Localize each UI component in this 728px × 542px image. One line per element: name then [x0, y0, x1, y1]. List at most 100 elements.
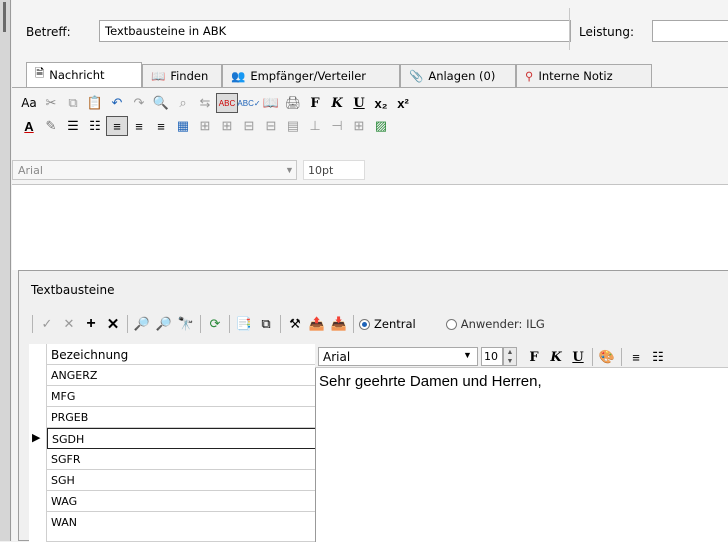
table-insert-row-below-icon[interactable]: ⊞ — [216, 116, 238, 136]
document-icon: 🗎 — [35, 65, 45, 80]
font-format-icon[interactable]: Aa — [18, 93, 40, 113]
subscript-icon[interactable]: x₂ — [370, 93, 392, 113]
add-icon[interactable]: + — [80, 314, 102, 334]
import-icon[interactable]: 📥 — [328, 314, 350, 334]
left-splitter[interactable] — [0, 0, 11, 541]
find-next-icon[interactable]: ⌕ — [172, 93, 194, 113]
paperclip-icon: 📎 — [409, 69, 424, 83]
spellcheck-icon[interactable]: ABC — [216, 93, 238, 113]
numbered-list-icon[interactable]: ☰ — [62, 116, 84, 136]
current-row-indicator-icon: ▶ — [32, 432, 41, 444]
tab-nachricht[interactable]: 🗎 Nachricht — [26, 62, 142, 87]
textblock-bold-icon[interactable]: F — [523, 347, 545, 367]
toolbar-row-1: Aa ✂ ⧉ 📋 ↶ ↷ 🔍 ⌕ ⇆ ABC ABC✓ 📖 🖨 F K U x₂… — [18, 93, 414, 113]
copy-block-icon[interactable]: ⧉ — [255, 314, 277, 334]
cut-icon[interactable]: ✂ — [40, 93, 62, 113]
list-item[interactable]: WAN — [47, 512, 317, 542]
size-spinner-icon[interactable]: ▲ ▼ — [503, 347, 517, 366]
list-item-selected[interactable]: SGDH — [47, 428, 317, 449]
refresh-icon[interactable]: ⟳ — [204, 314, 226, 334]
textblock-underline-icon[interactable]: U — [567, 347, 589, 367]
table-delete-col-icon[interactable]: ⊣ — [326, 116, 348, 136]
textblock-size-input[interactable]: 10 — [481, 347, 503, 366]
subject-label: Betreff: — [26, 25, 71, 39]
font-size-input[interactable]: 10pt — [303, 160, 365, 180]
textblock-content[interactable]: Sehr geehrte Damen und Herren, — [319, 373, 542, 390]
list-item[interactable]: SGFR — [47, 449, 317, 470]
redo-icon[interactable]: ↷ — [128, 93, 150, 113]
dictionary-icon[interactable]: 📖 — [260, 93, 282, 113]
textblock-toolbar: F K U 🎨 ≡ ☷ — [523, 347, 669, 367]
search-numbered-icon[interactable]: 🔭 — [175, 314, 197, 334]
highlight-icon[interactable]: ✎ — [40, 116, 62, 136]
radio-central-dot[interactable] — [359, 318, 370, 330]
toolbar-separator — [280, 315, 281, 333]
spellcheck-options-icon[interactable]: ABC✓ — [237, 93, 260, 113]
tab-anlagen-label: Anlagen (0) — [428, 69, 496, 83]
font-dropdown-arrow-icon[interactable]: ▼ — [285, 165, 294, 175]
tab-interne-notiz-label: Interne Notiz — [538, 69, 613, 83]
table-grid-icon[interactable]: ⊞ — [348, 116, 370, 136]
book-icon: 📖 — [151, 69, 166, 83]
textblock-color-icon[interactable]: 🎨 — [596, 347, 618, 367]
align-right-icon[interactable]: ≡ — [150, 116, 172, 136]
cancel-icon[interactable]: ✕ — [58, 314, 80, 334]
font-family-select[interactable]: Arial — [12, 160, 297, 180]
underline-icon[interactable]: U — [348, 93, 370, 113]
textblock-font-select[interactable]: Arial — [318, 347, 478, 366]
insert-table-icon[interactable]: ▦ — [172, 116, 194, 136]
table-delete-row-icon[interactable]: ⊥ — [304, 116, 326, 136]
leistung-input[interactable] — [652, 20, 728, 42]
copy-icon[interactable]: ⧉ — [62, 93, 84, 113]
table-properties-icon[interactable]: ▤ — [282, 116, 304, 136]
undo-icon[interactable]: ↶ — [106, 93, 128, 113]
italic-icon[interactable]: K — [326, 93, 348, 113]
search-text-icon[interactable]: 🔎 — [131, 314, 153, 334]
textblock-italic-icon[interactable]: K — [545, 347, 567, 367]
panel-toolbar: ✓ ✕ + ✕ 🔎 🔎 🔭 ⟳ 📑 ⧉ ⚒ 📤 📥 Zentral Anwend… — [29, 313, 545, 335]
recipients-icon: 👥 — [231, 69, 246, 83]
radio-central-label: Zentral — [374, 317, 416, 331]
list-item[interactable]: PRGEB — [47, 407, 317, 428]
tab-anlagen[interactable]: 📎 Anlagen (0) — [400, 64, 516, 87]
radio-user[interactable]: Anwender: ILG — [445, 317, 545, 331]
tools-icon[interactable]: ⚒ — [284, 314, 306, 334]
table-insert-col-left-icon[interactable]: ⊟ — [238, 116, 260, 136]
align-center-icon[interactable]: ≡ — [128, 116, 150, 136]
panel-title: Textbausteine — [19, 271, 728, 307]
export-icon[interactable]: 📤 — [306, 314, 328, 334]
search-next-icon[interactable]: 🔎 — [153, 314, 175, 334]
tab-interne-notiz[interactable]: ⚲ Interne Notiz — [516, 64, 652, 87]
radio-user-dot[interactable] — [445, 318, 457, 330]
replace-icon[interactable]: ⇆ — [194, 93, 216, 113]
tab-finden[interactable]: 📖 Finden — [142, 64, 222, 87]
print-icon[interactable]: 🖨 — [282, 93, 304, 113]
message-body-editor[interactable] — [12, 184, 728, 270]
paste-icon[interactable]: 📋 — [84, 93, 106, 113]
table-insert-col-right-icon[interactable]: ⊟ — [260, 116, 282, 136]
bold-icon[interactable]: F — [304, 93, 326, 113]
list-item[interactable]: ANGERZ — [47, 365, 317, 386]
bullet-list-icon[interactable]: ☷ — [84, 116, 106, 136]
insert-image-icon[interactable]: ▨ — [370, 116, 392, 136]
textblock-align-icon[interactable]: ≡ — [625, 347, 647, 367]
tab-empfaenger[interactable]: 👥 Empfänger/Verteiler — [222, 64, 400, 87]
accept-icon[interactable]: ✓ — [36, 314, 58, 334]
list-item[interactable]: WAG — [47, 491, 317, 512]
textblock-list-icon[interactable]: ☷ — [647, 347, 669, 367]
radio-central[interactable]: Zentral — [359, 317, 416, 331]
column-header-bezeichnung[interactable]: Bezeichnung — [47, 344, 317, 365]
text-color-icon[interactable]: A — [18, 116, 40, 136]
subject-input[interactable]: Textbausteine in ABK — [99, 20, 571, 42]
delete-icon[interactable]: ✕ — [102, 314, 124, 334]
find-icon[interactable]: 🔍 — [150, 93, 172, 113]
align-left-icon[interactable]: ≡ — [106, 116, 128, 136]
superscript-icon[interactable]: x² — [392, 93, 414, 113]
leistung-label: Leistung: — [579, 25, 635, 39]
list-item[interactable]: SGH — [47, 470, 317, 491]
list-item[interactable]: MFG — [47, 386, 317, 407]
tab-nachricht-label: Nachricht — [49, 68, 105, 82]
table-insert-row-above-icon[interactable]: ⊞ — [194, 116, 216, 136]
textblock-font-arrow-icon[interactable]: ▼ — [463, 350, 472, 360]
insert-text-icon[interactable]: 📑 — [233, 314, 255, 334]
